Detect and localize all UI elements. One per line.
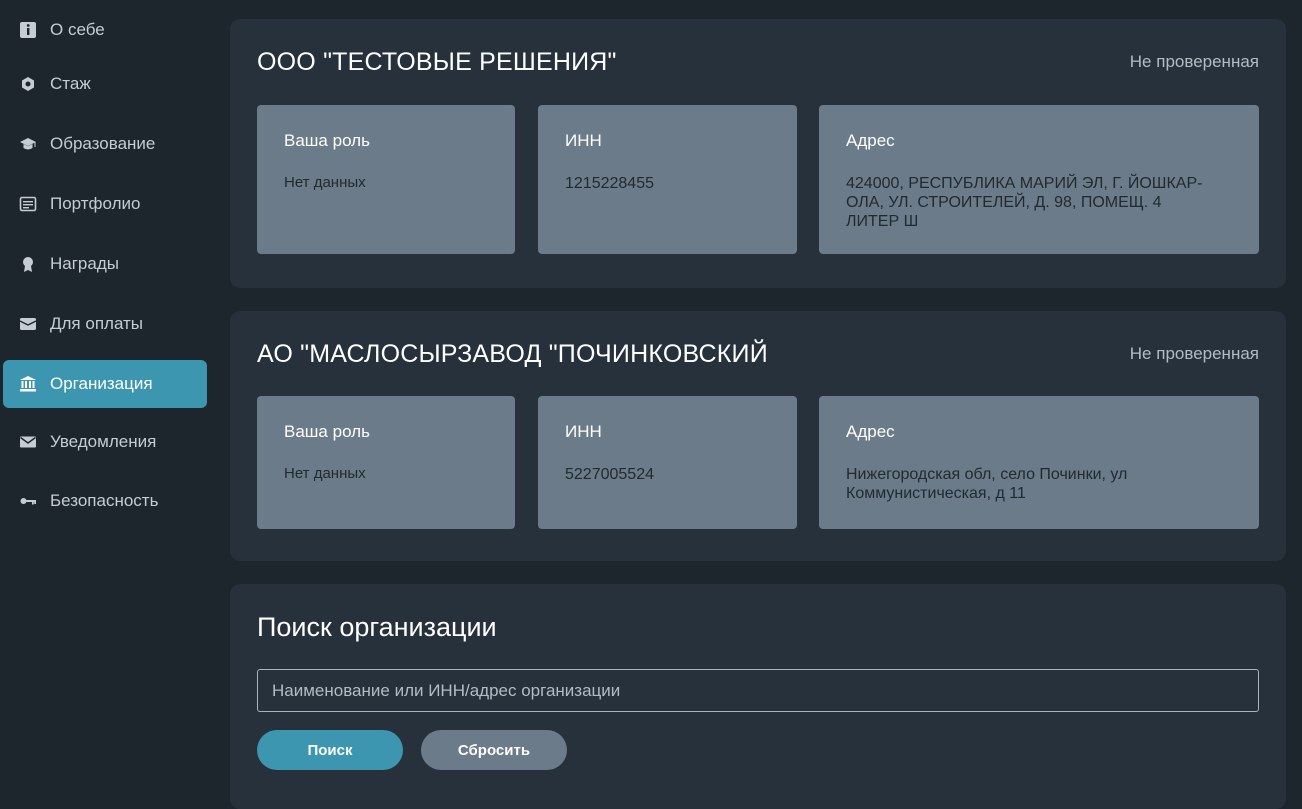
reset-button[interactable]: Сбросить <box>421 730 567 770</box>
sidebar-item-label: Уведомления <box>50 432 157 451</box>
role-label: Ваша роль <box>284 422 370 441</box>
role-box: Ваша роль Нет данных <box>257 105 515 254</box>
role-box: Ваша роль Нет данных <box>257 396 515 529</box>
address-label: Адрес <box>846 422 895 441</box>
wallet-icon <box>19 315 37 333</box>
sidebar: О себе Стаж Образование Портфолио Наград… <box>0 0 214 797</box>
search-button[interactable]: Поиск <box>257 730 403 770</box>
address-box: Адрес Нижегородская обл, село Починки, у… <box>819 396 1259 529</box>
sidebar-item-label: Портфолио <box>50 194 141 213</box>
sidebar-item-label: Образование <box>50 134 156 153</box>
role-value: Нет данных <box>284 174 366 191</box>
sidebar-item-label: О себе <box>50 20 105 39</box>
inn-value: 5227005524 <box>565 466 654 483</box>
verification-status: Не проверенная <box>1129 52 1259 71</box>
bank-icon <box>19 375 37 393</box>
address-value: 424000, РЕСПУБЛИКА МАРИЙ ЭЛ, Г. ЙОШКАР-О… <box>846 175 1203 230</box>
document-list-icon <box>19 195 37 213</box>
inn-box: ИНН 5227005524 <box>538 396 797 529</box>
address-box: Адрес 424000, РЕСПУБЛИКА МАРИЙ ЭЛ, Г. ЙО… <box>819 105 1259 254</box>
graduation-cap-icon <box>19 135 37 153</box>
sidebar-item-label: Награды <box>50 254 119 273</box>
search-title: Поиск организации <box>257 612 497 642</box>
organization-search-card: Поиск организации Поиск Сбросить <box>230 584 1286 809</box>
sidebar-item-label: Организация <box>50 374 153 393</box>
inn-value: 1215228455 <box>565 175 654 192</box>
inn-label: ИНН <box>565 422 602 441</box>
sidebar-item-label: Безопасность <box>50 491 159 510</box>
organization-card: ООО "ТЕСТОВЫЕ РЕШЕНИЯ" Не проверенная Ва… <box>230 19 1286 288</box>
role-label: Ваша роль <box>284 131 370 150</box>
hexagon-icon <box>19 75 37 93</box>
organization-name: ООО "ТЕСТОВЫЕ РЕШЕНИЯ" <box>257 48 617 76</box>
sidebar-item-education[interactable]: Образование <box>3 120 207 168</box>
sidebar-item-label: Для оплаты <box>50 314 144 333</box>
award-icon <box>19 255 37 273</box>
sidebar-item-awards[interactable]: Награды <box>3 240 207 288</box>
organization-name: АО "МАСЛОСЫРЗАВОД "ПОЧИНКОВСКИЙ <box>257 340 768 368</box>
sidebar-item-security[interactable]: Безопасность <box>3 477 207 525</box>
address-label: Адрес <box>846 131 895 150</box>
search-input[interactable] <box>257 669 1259 712</box>
sidebar-item-about[interactable]: О себе <box>3 6 207 54</box>
sidebar-item-label: Стаж <box>50 74 91 93</box>
sidebar-item-portfolio[interactable]: Портфолио <box>3 180 207 228</box>
role-value: Нет данных <box>284 465 366 482</box>
organization-card: АО "МАСЛОСЫРЗАВОД "ПОЧИНКОВСКИЙ Не прове… <box>230 311 1286 561</box>
sidebar-item-notifications[interactable]: Уведомления <box>3 418 207 466</box>
sidebar-item-organization[interactable]: Организация <box>3 360 207 408</box>
envelope-icon <box>19 433 37 451</box>
sidebar-item-payment[interactable]: Для оплаты <box>3 300 207 348</box>
verification-status: Не проверенная <box>1129 344 1259 363</box>
inn-label: ИНН <box>565 131 602 150</box>
inn-box: ИНН 1215228455 <box>538 105 797 254</box>
info-icon <box>19 21 37 39</box>
sidebar-item-experience[interactable]: Стаж <box>3 60 207 108</box>
address-value: Нижегородская обл, село Починки, ул Комм… <box>846 466 1128 502</box>
key-icon <box>19 492 37 510</box>
